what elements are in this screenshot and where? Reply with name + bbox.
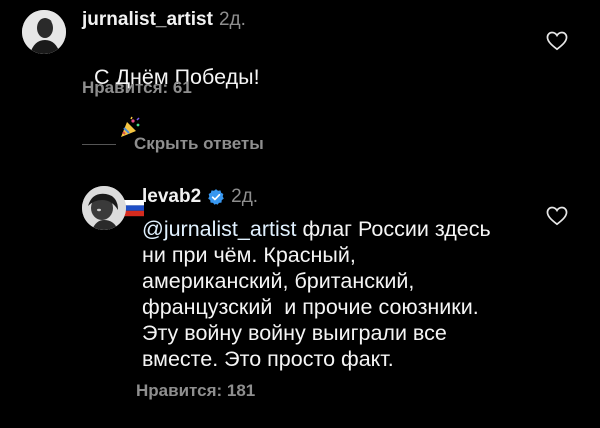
- hide-replies-label[interactable]: Скрыть ответы: [134, 134, 264, 154]
- mention-link[interactable]: @jurnalist_artist: [142, 217, 296, 241]
- like-heart-icon[interactable]: [546, 206, 568, 226]
- comment-author[interactable]: jurnalist_artist 2д.: [82, 9, 246, 31]
- like-heart-icon[interactable]: [546, 31, 568, 51]
- timestamp: 2д.: [218, 9, 246, 30]
- avatar[interactable]: [82, 186, 126, 230]
- divider: [82, 143, 116, 145]
- party-popper-icon: [94, 90, 142, 172]
- comment-author[interactable]: levab2 2д.: [142, 186, 258, 208]
- username[interactable]: jurnalist_artist: [82, 9, 213, 31]
- hide-replies-button[interactable]: Скрыть ответы: [82, 134, 264, 154]
- timestamp: 2д.: [231, 186, 259, 207]
- comment-text: @jurnalist_artist флаг России здесь ни п…: [142, 216, 542, 372]
- username[interactable]: levab2: [142, 186, 201, 208]
- like-count[interactable]: Нравится: 61: [82, 78, 192, 98]
- avatar[interactable]: [22, 10, 66, 54]
- verified-badge-icon: [207, 188, 225, 206]
- like-count[interactable]: Нравится: 181: [136, 381, 255, 401]
